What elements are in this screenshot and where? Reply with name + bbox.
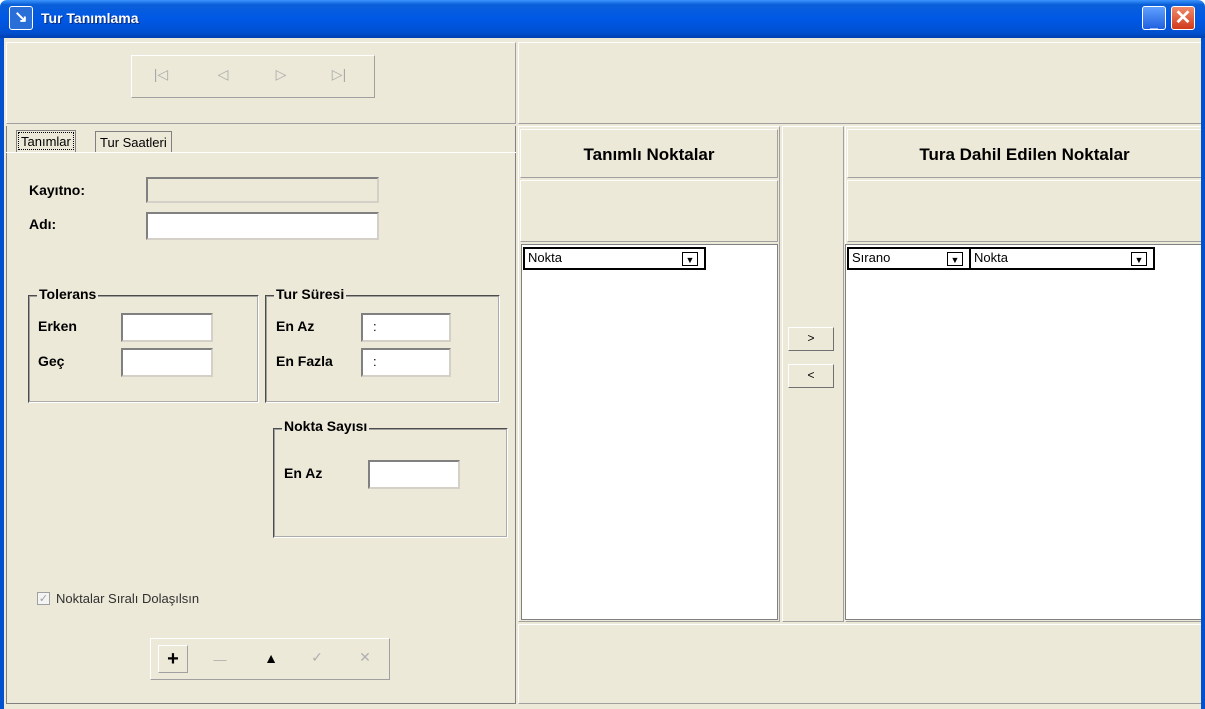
- nokta-column-label: Nokta: [528, 250, 562, 265]
- erken-label: Erken: [38, 318, 77, 334]
- tur-en-fazla-label: En Fazla: [276, 353, 333, 369]
- tab-divider: [6, 152, 516, 153]
- move-left-button[interactable]: <: [788, 364, 834, 388]
- sirano-column-dropdown-icon[interactable]: ▼: [947, 252, 963, 266]
- nokta-sayisi-title: Nokta Sayısı: [282, 418, 370, 434]
- nokta-column-dropdown-icon[interactable]: ▼: [682, 252, 698, 266]
- adi-input[interactable]: [146, 212, 379, 240]
- nokta2-column-header[interactable]: Nokta: [969, 247, 1155, 270]
- erken-input[interactable]: [121, 313, 213, 342]
- close-button[interactable]: ✕: [1171, 6, 1195, 30]
- tur-suresi-title: Tur Süresi: [274, 286, 347, 302]
- sirali-checkbox[interactable]: ✓: [37, 592, 50, 605]
- tura-dahil-title: Tura Dahil Edilen Noktalar: [847, 129, 1202, 178]
- window-title: Tur Tanımlama: [41, 10, 139, 26]
- add-record-button[interactable]: +: [158, 645, 188, 673]
- gec-label: Geç: [38, 353, 65, 369]
- tab-tur-saatleri[interactable]: Tur Saatleri: [95, 131, 172, 152]
- kayitno-field[interactable]: [146, 177, 379, 203]
- nokta2-column-label: Nokta: [974, 250, 1008, 265]
- tur-en-az-input[interactable]: :: [361, 313, 451, 342]
- tur-en-az-label: En Az: [276, 318, 315, 334]
- sirano-column-label: Sırano: [852, 250, 891, 265]
- nokta-en-az-label: En Az: [284, 465, 323, 481]
- nav-last-button[interactable]: ▷|: [324, 66, 354, 83]
- window-left-border: [0, 38, 4, 709]
- app-arrow-icon: ↘: [9, 6, 33, 30]
- tanimli-noktalar-subheader: [520, 180, 778, 242]
- kayitno-label: Kayıtno:: [29, 182, 85, 198]
- tanimli-noktalar-title: Tanımlı Noktalar: [520, 129, 778, 178]
- nokta-column-header[interactable]: Nokta: [523, 247, 706, 270]
- window-right-border: [1201, 38, 1205, 709]
- minimize-button[interactable]: _: [1142, 6, 1166, 30]
- post-record-button[interactable]: ✓: [302, 649, 332, 666]
- bottom-right-panel: [518, 624, 1203, 704]
- delete-record-button[interactable]: —: [205, 652, 235, 667]
- nokta-en-az-input[interactable]: [368, 460, 460, 489]
- move-right-button[interactable]: >: [788, 327, 834, 351]
- tanimli-noktalar-list[interactable]: [521, 244, 778, 620]
- top-right-panel: [518, 42, 1203, 124]
- tura-dahil-list[interactable]: [845, 244, 1203, 620]
- edit-record-button[interactable]: ▲: [256, 650, 286, 666]
- window-titlebar[interactable]: [0, 0, 1205, 38]
- tab-tanimlar[interactable]: Tanımlar: [16, 130, 76, 152]
- tur-en-fazla-input[interactable]: :: [361, 348, 451, 377]
- tura-dahil-subheader: [847, 180, 1202, 242]
- nokta2-column-dropdown-icon[interactable]: ▼: [1131, 252, 1147, 266]
- adi-label: Adı:: [29, 216, 57, 232]
- gec-input[interactable]: [121, 348, 213, 377]
- nav-next-button[interactable]: ▷: [266, 66, 296, 83]
- nav-first-button[interactable]: |◁: [146, 66, 176, 83]
- tolerans-title: Tolerans: [37, 286, 99, 302]
- sirali-checkbox-label: Noktalar Sıralı Dolaşılsın: [56, 591, 200, 606]
- cancel-record-button[interactable]: ✕: [350, 649, 380, 666]
- nav-prev-button[interactable]: ◁: [208, 66, 238, 83]
